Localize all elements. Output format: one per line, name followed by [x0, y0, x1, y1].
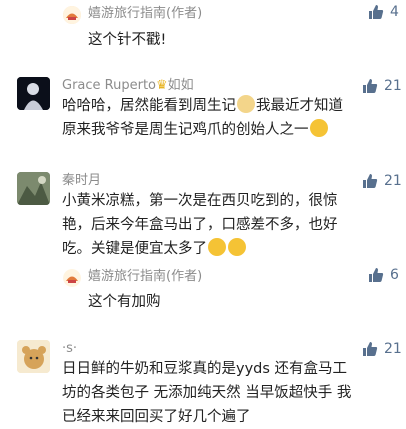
like-button[interactable]: 4: [368, 4, 399, 20]
like-button[interactable]: 21: [362, 173, 402, 189]
cat-emoji-icon: [237, 95, 255, 113]
comment-author[interactable]: 秦时月: [62, 173, 101, 189]
avatar-author[interactable]: [63, 269, 81, 287]
like-count: 21: [384, 341, 402, 357]
like-count: 21: [384, 173, 402, 189]
laughing-crying-emoji-icon: [228, 238, 246, 256]
thinking-emoji-icon: [309, 119, 328, 137]
like-button[interactable]: 21: [362, 78, 402, 94]
thumbs-up-icon: [363, 342, 378, 356]
crown-icon: ♛: [156, 78, 168, 93]
laughing-crying-emoji-icon: [208, 238, 226, 256]
avatar-author[interactable]: [63, 6, 81, 24]
thumbs-up-icon: [369, 268, 384, 282]
comment-text: 日日鲜的牛奶和豆浆真的是yyds 还有盒马工 坊的各类包子 无添加纯天然 当早饭…: [62, 361, 352, 425]
comment-author[interactable]: Grace Ruperto♛如如: [62, 78, 194, 94]
like-count: 21: [384, 78, 402, 94]
avatar[interactable]: [17, 340, 50, 373]
author-badge: 如如: [167, 78, 194, 93]
like-count: 6: [390, 267, 399, 283]
comment-author[interactable]: 嬉游旅行指南(作者): [88, 269, 202, 285]
thumbs-up-icon: [363, 79, 378, 93]
avatar[interactable]: [17, 77, 50, 110]
like-button[interactable]: 6: [368, 267, 399, 283]
comment-text: 哈哈哈，居然能看到周生记 我最近才知道 原来我爷爷是周生记鸡爪的创始人之一: [62, 94, 382, 142]
thumbs-up-icon: [363, 174, 378, 188]
like-count: 4: [390, 4, 399, 20]
comment-author[interactable]: ·s·: [62, 341, 77, 357]
comment-text: 小黄米凉糕，第一次是在西贝吃到的，很惊 艳，后来今年盒马出了，口感差不多，也好 …: [62, 193, 338, 257]
comment-text: 这个针不戳!: [88, 32, 167, 48]
like-button[interactable]: 21: [362, 341, 402, 357]
thumbs-up-icon: [369, 5, 384, 19]
comment-author[interactable]: 嬉游旅行指南(作者): [88, 6, 202, 22]
avatar[interactable]: [17, 172, 50, 205]
comment-text: 这个有加购: [88, 294, 161, 310]
